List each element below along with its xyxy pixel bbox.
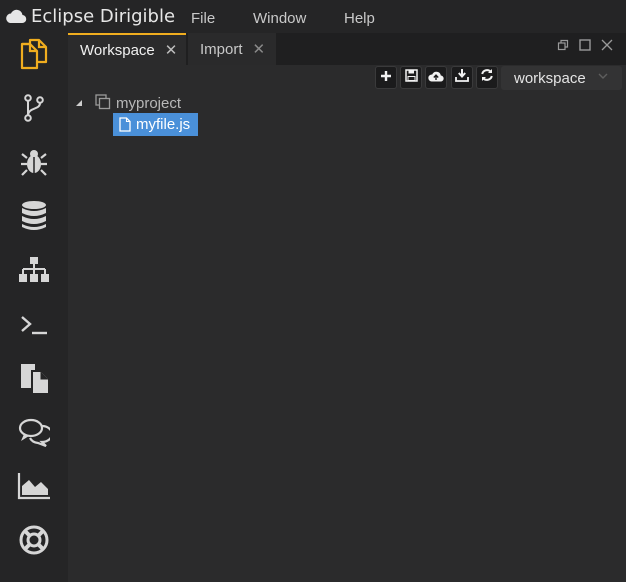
close-panel-icon[interactable] — [599, 37, 615, 53]
brand[interactable]: Eclipse Dirigible — [5, 5, 175, 27]
database-icon[interactable] — [14, 196, 54, 236]
tab-label: Workspace — [80, 41, 155, 59]
tab-label: Import — [200, 40, 243, 58]
refresh-icon — [480, 68, 494, 87]
menu-bar: Eclipse Dirigible File Window Help — [0, 0, 626, 33]
copy-icon[interactable] — [14, 358, 54, 398]
chat-icon[interactable] — [14, 412, 54, 452]
tab-import[interactable]: Import ✕ — [188, 33, 276, 65]
maximize-icon[interactable] — [577, 37, 593, 53]
menu-help[interactable]: Help — [344, 10, 375, 27]
plus-icon — [380, 69, 392, 87]
cloud-icon — [5, 8, 27, 24]
file-label: myfile.js — [136, 116, 191, 133]
upload-button[interactable] — [425, 66, 447, 89]
download-button[interactable] — [451, 66, 473, 89]
restore-icon[interactable] — [555, 37, 571, 53]
brand-name: Eclipse Dirigible — [31, 5, 176, 27]
upload-icon — [428, 69, 444, 87]
file-icon — [119, 117, 131, 132]
workspace-icon[interactable] — [14, 34, 54, 74]
menu-file[interactable]: File — [191, 10, 215, 27]
tab-strip: Workspace ✕ Import ✕ — [68, 33, 626, 65]
git-icon[interactable] — [14, 88, 54, 128]
tree-item-project[interactable]: myproject — [116, 95, 181, 112]
menu-window[interactable]: Window — [253, 10, 306, 27]
workspace-select[interactable]: workspace — [501, 66, 622, 90]
save-button[interactable] — [400, 66, 422, 89]
workspace-panel: Workspace ✕ Import ✕ workspace myproject… — [68, 33, 626, 582]
download-icon — [455, 68, 469, 87]
project-icon — [95, 94, 111, 115]
save-icon — [404, 68, 418, 87]
tree-item-file[interactable]: myfile.js — [113, 113, 198, 136]
close-icon[interactable]: ✕ — [253, 40, 266, 58]
new-button[interactable] — [375, 66, 397, 89]
activity-bar — [0, 33, 68, 582]
debug-icon[interactable] — [14, 142, 54, 182]
terminal-icon[interactable] — [14, 304, 54, 344]
chart-icon[interactable] — [14, 466, 54, 506]
hierarchy-icon[interactable] — [14, 250, 54, 290]
refresh-button[interactable] — [476, 66, 498, 89]
close-icon[interactable]: ✕ — [165, 41, 178, 59]
expand-toggle-icon[interactable] — [75, 99, 83, 109]
chevron-down-icon — [598, 71, 608, 83]
tab-workspace[interactable]: Workspace ✕ — [68, 33, 186, 65]
workspace-select-value: workspace — [514, 69, 586, 87]
help-icon[interactable] — [14, 520, 54, 560]
